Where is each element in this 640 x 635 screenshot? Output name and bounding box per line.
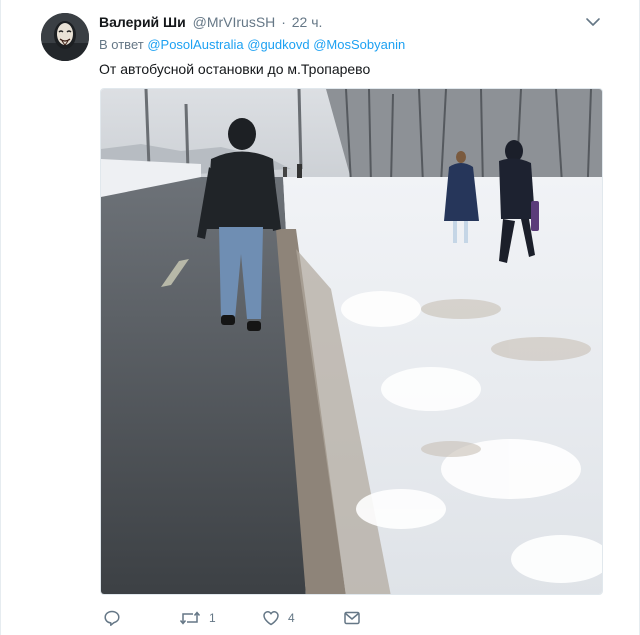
comment-bubble-icon[interactable] xyxy=(103,609,121,627)
tweet-card[interactable]: Валерий Ши @MrVIrusSH · 22 ч. В ответ @P… xyxy=(0,0,640,635)
reply-action[interactable] xyxy=(103,607,121,629)
retweet-action[interactable]: 1 xyxy=(179,607,216,629)
retweet-count: 1 xyxy=(209,611,216,625)
reply-context: В ответ @PosolAustralia @gudkovd @MosSob… xyxy=(99,37,405,53)
direct-message-action[interactable] xyxy=(343,607,361,629)
avatar-mask-image xyxy=(41,13,89,61)
chevron-down-icon[interactable] xyxy=(585,14,601,30)
separator-dot: · xyxy=(281,14,286,30)
mention-link[interactable]: @MosSobyanin xyxy=(313,37,405,52)
like-count: 4 xyxy=(288,611,295,625)
snowy-street-photo xyxy=(101,89,602,594)
tweet-photo[interactable] xyxy=(100,88,603,595)
tweet-timestamp[interactable]: 22 ч. xyxy=(292,14,323,30)
author-name[interactable]: Валерий Ши xyxy=(99,14,186,30)
author-handle[interactable]: @MrVIrusSH xyxy=(193,14,276,30)
envelope-icon[interactable] xyxy=(343,609,361,627)
retweet-icon[interactable] xyxy=(179,609,201,627)
tweet-header: Валерий Ши @MrVIrusSH · 22 ч. xyxy=(99,13,322,31)
like-action[interactable]: 4 xyxy=(262,607,295,629)
mention-link[interactable]: @PosolAustralia xyxy=(147,37,243,52)
reply-prefix: В ответ xyxy=(99,37,144,52)
avatar[interactable] xyxy=(41,13,89,61)
tweet-text: От автобусной остановки до м.Тропарево xyxy=(99,61,371,77)
heart-icon[interactable] xyxy=(262,609,280,627)
mention-link[interactable]: @gudkovd xyxy=(247,37,309,52)
tweet-actions: 1 4 xyxy=(99,607,399,629)
